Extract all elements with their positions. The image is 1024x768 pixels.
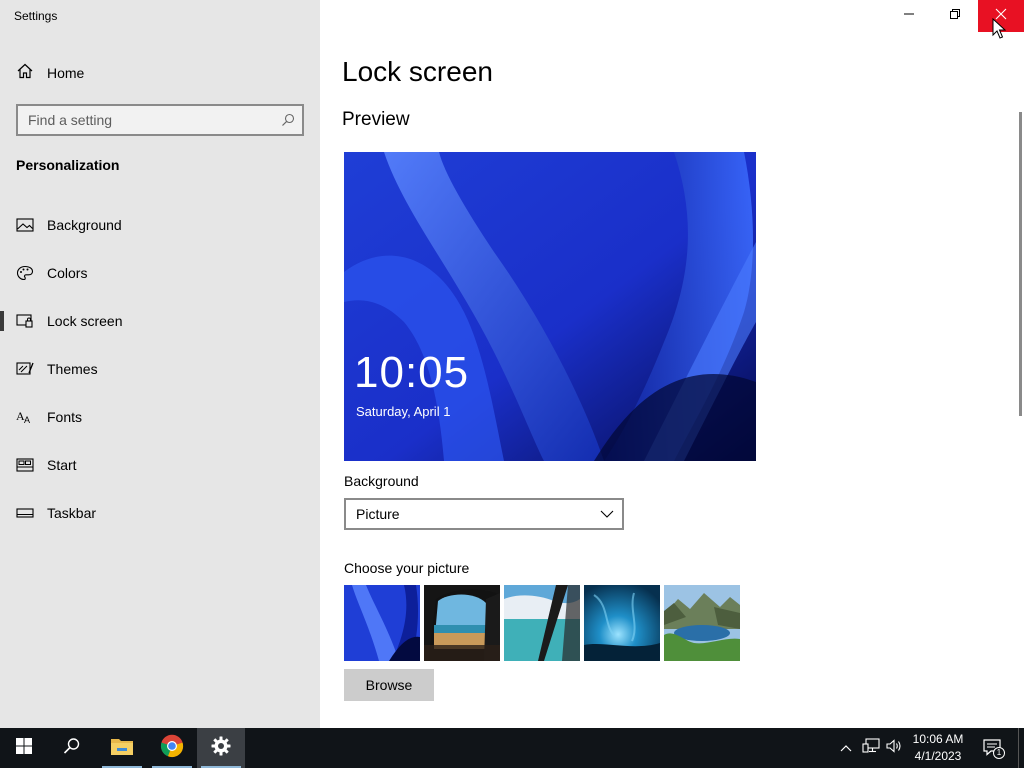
nav-indicator xyxy=(0,215,4,235)
nav-indicator xyxy=(0,407,4,427)
lock-screen-preview: 10:05 Saturday, April 1 xyxy=(344,152,756,461)
home-icon xyxy=(16,62,34,85)
network-icon xyxy=(862,737,880,759)
search-box[interactable] xyxy=(16,104,304,136)
mouse-cursor xyxy=(992,17,1007,45)
chrome-icon xyxy=(160,734,184,763)
nav-indicator xyxy=(0,359,4,379)
chrome-button[interactable] xyxy=(148,728,196,768)
sidebar: Settings Home Personalization Background xyxy=(0,0,320,728)
taskbar-search-button[interactable] xyxy=(48,728,96,768)
picture-thumbnail-mountain-lake[interactable] xyxy=(664,585,740,661)
file-explorer-icon xyxy=(110,736,134,761)
picture-thumbnail-underwater[interactable] xyxy=(584,585,660,661)
nav-indicator xyxy=(0,503,4,523)
fonts-icon: AA xyxy=(16,409,34,425)
nav-item-label: Themes xyxy=(47,361,98,377)
taskbar: 10:06 AM 4/1/2023 1 xyxy=(0,728,1024,768)
clock-date: 4/1/2023 xyxy=(914,749,962,763)
search-input[interactable] xyxy=(18,112,274,128)
nav-item-start[interactable]: Start xyxy=(0,445,320,485)
nav-item-label: Background xyxy=(47,217,122,233)
nav-item-lock-screen[interactable]: Lock screen xyxy=(0,301,320,341)
background-dropdown[interactable]: Picture xyxy=(344,498,624,530)
restore-button[interactable] xyxy=(932,0,978,32)
nav-item-fonts[interactable]: AA Fonts xyxy=(0,397,320,437)
volume-icon xyxy=(886,738,902,758)
clock-time: 10:06 AM xyxy=(912,732,964,746)
chevron-up-icon xyxy=(840,739,852,757)
file-explorer-button[interactable] xyxy=(98,728,146,768)
nav-item-label: Lock screen xyxy=(47,313,123,329)
picture-thumbnail-blue-swirl[interactable] xyxy=(344,585,420,661)
start-button[interactable] xyxy=(0,728,48,768)
picture-thumbnail-window-sea[interactable] xyxy=(504,585,580,661)
background-dropdown-value: Picture xyxy=(356,506,400,522)
choose-picture-label: Choose your picture xyxy=(344,560,470,576)
section-heading: Personalization xyxy=(16,157,120,173)
home-label: Home xyxy=(47,65,85,81)
notification-count-badge: 1 xyxy=(993,747,1005,759)
nav-indicator xyxy=(0,455,4,475)
settings-window: Settings Home Personalization Background xyxy=(0,0,1024,728)
nav-indicator xyxy=(0,263,4,283)
home-link[interactable]: Home xyxy=(16,62,84,84)
scrollbar[interactable] xyxy=(1019,112,1022,416)
nav-item-label: Start xyxy=(47,457,77,473)
windows-logo-icon xyxy=(16,737,32,759)
action-center-button[interactable]: 1 xyxy=(980,728,1006,768)
palette-icon xyxy=(16,265,34,281)
nav-item-colors[interactable]: Colors xyxy=(0,253,320,293)
nav-item-themes[interactable]: Themes xyxy=(0,349,320,389)
minimize-icon xyxy=(903,7,915,25)
chevron-down-icon xyxy=(592,510,622,518)
preview-time: 10:05 xyxy=(354,348,470,397)
preview-date: Saturday, April 1 xyxy=(356,404,451,419)
nav-indicator xyxy=(0,311,4,331)
image-icon xyxy=(16,217,34,233)
nav-item-label: Taskbar xyxy=(47,505,97,521)
lock-screen-icon xyxy=(16,313,34,329)
notification-icon: 1 xyxy=(983,739,1005,759)
page-title: Lock screen xyxy=(342,56,493,87)
background-label: Background xyxy=(344,473,419,489)
settings-app-button[interactable] xyxy=(197,728,245,768)
themes-icon xyxy=(16,361,34,377)
svg-text:A: A xyxy=(24,415,30,425)
search-icon[interactable] xyxy=(274,113,302,127)
network-button[interactable] xyxy=(860,728,882,768)
start-icon xyxy=(16,457,34,473)
restore-icon xyxy=(949,7,961,25)
nav-item-background[interactable]: Background xyxy=(0,205,320,245)
browse-button[interactable]: Browse xyxy=(344,669,434,701)
picture-thumbnail-cave-beach[interactable] xyxy=(424,585,500,661)
preview-heading: Preview xyxy=(342,109,410,130)
taskbar-icon xyxy=(16,505,34,521)
nav-item-label: Fonts xyxy=(47,409,83,425)
settings-icon xyxy=(211,736,231,761)
app-title: Settings xyxy=(14,9,58,23)
minimize-button[interactable] xyxy=(886,0,932,32)
volume-button[interactable] xyxy=(884,728,904,768)
search-icon xyxy=(63,737,81,760)
nav-item-taskbar[interactable]: Taskbar xyxy=(0,493,320,533)
nav-item-label: Colors xyxy=(47,265,88,281)
taskbar-clock[interactable]: 10:06 AM 4/1/2023 xyxy=(905,731,971,765)
show-desktop-button[interactable] xyxy=(1018,728,1024,768)
show-hidden-icons-button[interactable] xyxy=(836,728,856,768)
